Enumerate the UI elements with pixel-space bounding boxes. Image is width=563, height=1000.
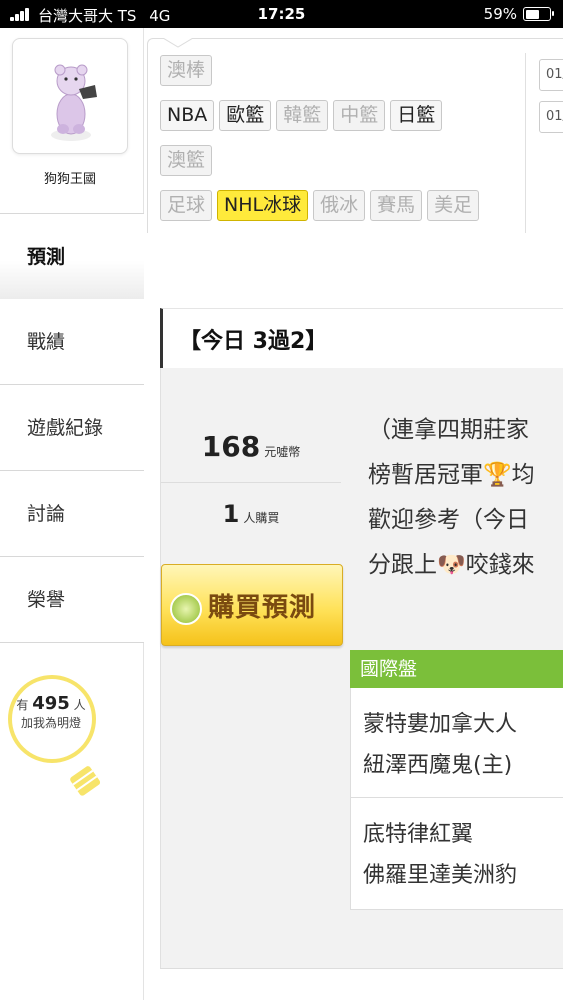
description-line: 歡迎參考（今日	[368, 507, 529, 533]
buyer-count-value: 1	[222, 500, 240, 528]
follower-suffix: 人	[73, 698, 86, 712]
status-bar: 台灣大哥大 TS 4G 17:25 59%	[0, 0, 563, 28]
buy-button-label: 購買預測	[208, 593, 317, 623]
date-select[interactable]: 01/	[539, 101, 563, 133]
follower-count: 495	[32, 693, 70, 714]
prediction-header: 【今日 3過2】	[160, 308, 563, 368]
game-row[interactable]: 蒙特婁加拿大人 紐澤西魔鬼(主)	[351, 688, 563, 798]
coin-price-value: 168	[201, 430, 261, 463]
description-line: （連拿四期莊家	[368, 417, 529, 443]
team-home: 佛羅里達美洲豹	[363, 863, 518, 888]
follow-light-button[interactable]: 有 495 人 加我為明燈	[6, 673, 116, 803]
description-line: 分跟上🐶咬錢來	[368, 552, 535, 578]
buy-prediction-button[interactable]: 購買預測	[161, 564, 343, 646]
follow-caption: 加我為明燈	[20, 716, 81, 730]
coin-icon	[170, 593, 202, 625]
filter-tag[interactable]: 韓籃	[276, 100, 329, 131]
filter-row-4: 足球 NHL冰球 俄冰 賽馬 美足	[160, 190, 480, 221]
filter-tag[interactable]: 俄冰	[313, 190, 366, 221]
sidebar-item-record[interactable]: 戰績	[0, 299, 144, 385]
panel-pointer-icon	[163, 38, 193, 48]
sidebar-item-honor[interactable]: 榮譽	[0, 557, 144, 643]
filter-tag[interactable]: 賽馬	[370, 190, 423, 221]
stat-divider	[161, 482, 341, 483]
follower-prefix: 有	[16, 698, 29, 712]
filter-tag[interactable]: 中籃	[333, 100, 386, 131]
prediction-description: （連拿四期莊家 榜暫居冠軍🏆均 歡迎參考（今日 分跟上🐶咬錢來	[368, 408, 563, 588]
team-away: 蒙特婁加拿大人	[363, 712, 518, 737]
section-header-international: 國際盤	[350, 650, 563, 688]
buyer-count-unit: 人購買	[243, 511, 280, 525]
sidebar-item-discussion[interactable]: 討論	[0, 471, 144, 557]
filter-tag[interactable]: 日籃	[390, 100, 443, 131]
team-home: 紐澤西魔鬼(主)	[363, 753, 513, 778]
filter-tag[interactable]: 足球	[160, 190, 213, 221]
filter-row-2: NBA 歐籃 韓籃 中籃 日籃	[160, 100, 443, 131]
filter-tag[interactable]: NBA	[160, 100, 215, 131]
username: 狗狗王國	[43, 172, 96, 187]
description-line: 榜暫居冠軍🏆均	[368, 462, 535, 488]
filter-tag[interactable]: 澳棒	[160, 55, 213, 86]
coin-price-unit: 元噓幣	[264, 445, 301, 459]
team-away: 底特律紅翼	[363, 822, 474, 847]
filter-tag[interactable]: 美足	[427, 190, 480, 221]
buyer-count: 1 人購買	[161, 500, 341, 528]
sidebar-item-game-history[interactable]: 遊戲紀錄	[0, 385, 144, 471]
bottom-bar	[160, 968, 563, 1000]
filter-row-1: 澳棒	[160, 55, 213, 86]
sidebar-nav: 預測 戰績 遊戲紀錄 討論 榮譽	[0, 213, 144, 643]
prediction-title: 【今日 3過2】	[179, 329, 328, 354]
game-list: 蒙特婁加拿大人 紐澤西魔鬼(主) 底特律紅翼 佛羅里達美洲豹	[350, 688, 563, 910]
game-row[interactable]: 底特律紅翼 佛羅里達美洲豹	[351, 798, 563, 909]
sidebar: 狗狗王國 預測 戰績 遊戲紀錄 討論 榮譽 有 495 人 加我為明燈	[0, 28, 144, 1000]
avatar[interactable]	[12, 38, 128, 154]
prediction-card: 168 元噓幣 1 人購買 購買預測 （連拿四期莊家 榜暫居冠軍🏆均 歡迎參考（今日…	[160, 368, 563, 968]
sport-filter-panel: 澳棒 NBA 歐籃 韓籃 中籃 日籃 澳籃 足球 NHL冰球 俄冰 賽馬 美足 …	[147, 38, 563, 233]
clock: 17:25	[257, 5, 306, 23]
battery-icon	[523, 7, 554, 21]
filter-tag[interactable]: 歐籃	[219, 100, 272, 131]
date-select[interactable]: 01/	[539, 59, 563, 91]
follower-info: 有 495 人 加我為明燈	[6, 695, 96, 732]
coin-price: 168 元噓幣	[161, 430, 341, 463]
filter-tag-selected[interactable]: NHL冰球	[217, 190, 309, 221]
battery-percent: 59%	[483, 5, 517, 23]
panel-divider	[525, 53, 526, 233]
sidebar-item-predict[interactable]: 預測	[0, 213, 144, 299]
filter-row-3: 澳籃	[160, 145, 213, 176]
filter-tag[interactable]: 澳籃	[160, 145, 213, 176]
gummy-bear-icon	[51, 64, 97, 141]
